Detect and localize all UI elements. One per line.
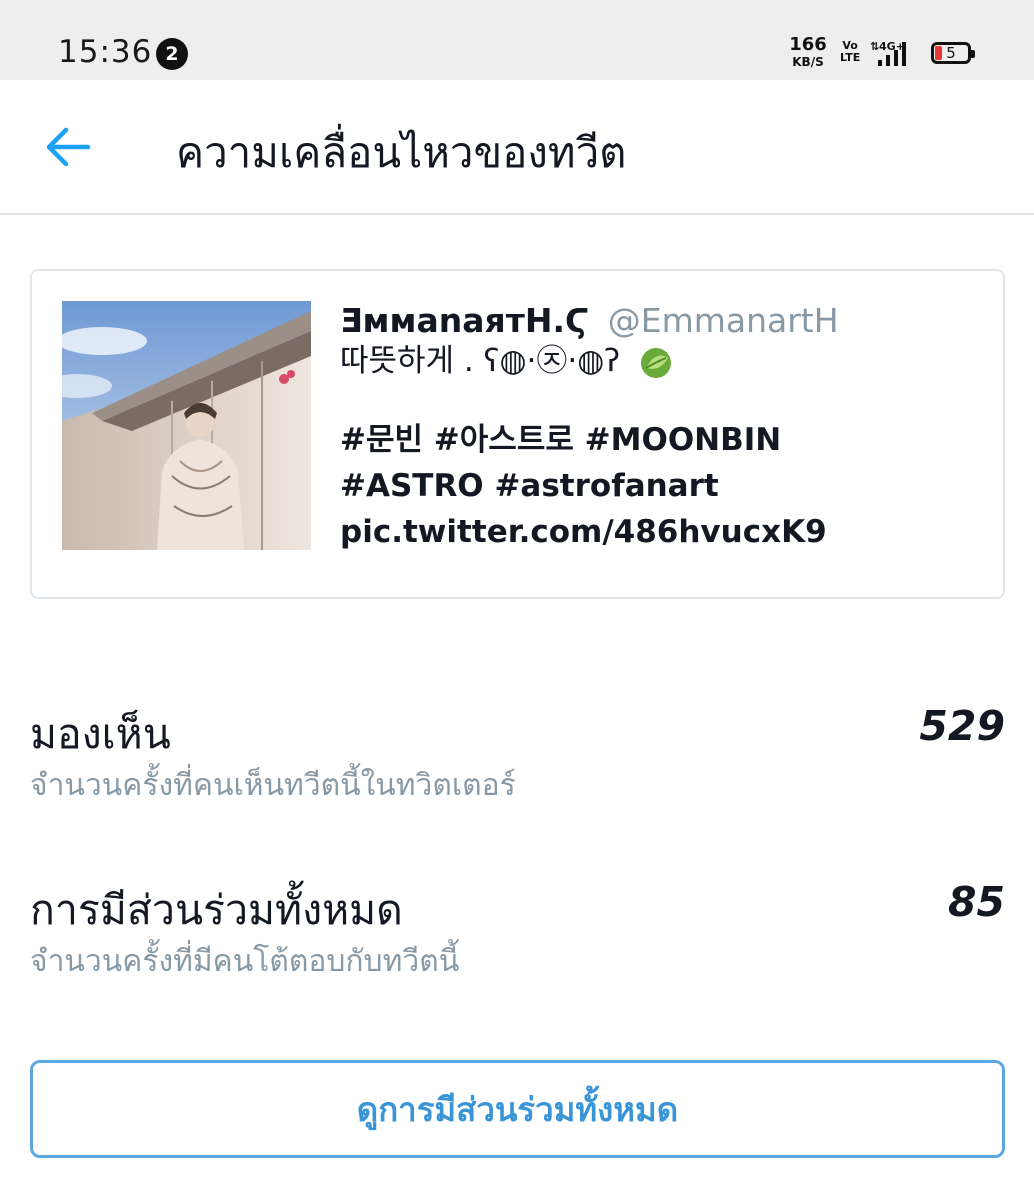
author-handle[interactable]: @EmmanartH xyxy=(608,301,839,340)
tweet-line-1: 따뜻하게 . ʕ◍·㉨·◍ʔ xyxy=(340,341,980,381)
metric-value: 529 xyxy=(919,702,1005,750)
metric-label: มองเห็น xyxy=(30,710,171,758)
status-bar: 15:36 2 166 KB/S Vo LTE ⇅ 4G+ 5 xyxy=(0,0,1034,80)
network-type-label: 4G+ xyxy=(879,40,905,53)
tweet-artwork-image[interactable] xyxy=(62,301,311,550)
metric-value: 85 xyxy=(947,878,1005,926)
battery-fill xyxy=(935,46,942,60)
notification-count-badge: 2 xyxy=(156,38,188,70)
tweet-pic-link[interactable]: pic.twitter.com/486hvucxK9 xyxy=(340,509,980,555)
tweet-hashtags-line-1[interactable]: #문빈 #아스트로 #MOONBIN xyxy=(340,417,980,463)
volte-bottom: LTE xyxy=(840,50,861,64)
network-speed-unit: KB/S xyxy=(792,55,824,69)
page-title: ความเคลื่อนไหวของทวีต xyxy=(176,128,627,177)
view-all-engagements-button[interactable]: ดูการมีส่วนร่วมทั้งหมด xyxy=(30,1060,1005,1158)
metric-label: การมีส่วนร่วมทั้งหมด xyxy=(30,886,403,934)
battery-level: 5 xyxy=(946,44,956,62)
tweet-card[interactable]: ƎммаnаятΗ.Ϛ @EmmanartH 따뜻하게 . ʕ◍·㉨·◍ʔ #문… xyxy=(30,269,1005,599)
author-name[interactable]: ƎммаnаятΗ.Ϛ xyxy=(340,301,589,340)
leaf-icon xyxy=(640,347,671,378)
tweet-hashtags-line-2[interactable]: #ASTRO #astrofanart xyxy=(340,463,980,509)
network-speed-value: 166 xyxy=(789,34,827,55)
app-header: ความเคลื่อนไหวของทวีต xyxy=(0,80,1034,215)
arrow-left-icon[interactable] xyxy=(40,124,96,170)
tweet-text: ƎммаnаятΗ.Ϛ @EmmanartH 따뜻하게 . ʕ◍·㉨·◍ʔ #문… xyxy=(340,301,980,555)
volte-icon: Vo LTE xyxy=(840,40,860,63)
tweet-line-1-text: 따뜻하게 . ʕ◍·㉨·◍ʔ xyxy=(340,343,621,379)
signal-4g-icon: ⇅ 4G+ xyxy=(870,40,906,66)
network-speed: 166 KB/S xyxy=(788,34,828,69)
svg-text:⇅: ⇅ xyxy=(870,40,879,53)
metric-description: จำนวนครั้งที่คนเห็นทวีตนี้ในทวิตเตอร์ xyxy=(30,768,516,803)
metric-description: จำนวนครั้งที่มีคนโต้ตอบกับทวีตนี้ xyxy=(30,944,460,979)
battery-nub xyxy=(971,50,975,58)
status-time: 15:36 xyxy=(58,34,153,70)
battery-icon: 5 xyxy=(931,42,975,64)
tweet-author: ƎммаnаятΗ.Ϛ @EmmanartH xyxy=(340,301,980,341)
